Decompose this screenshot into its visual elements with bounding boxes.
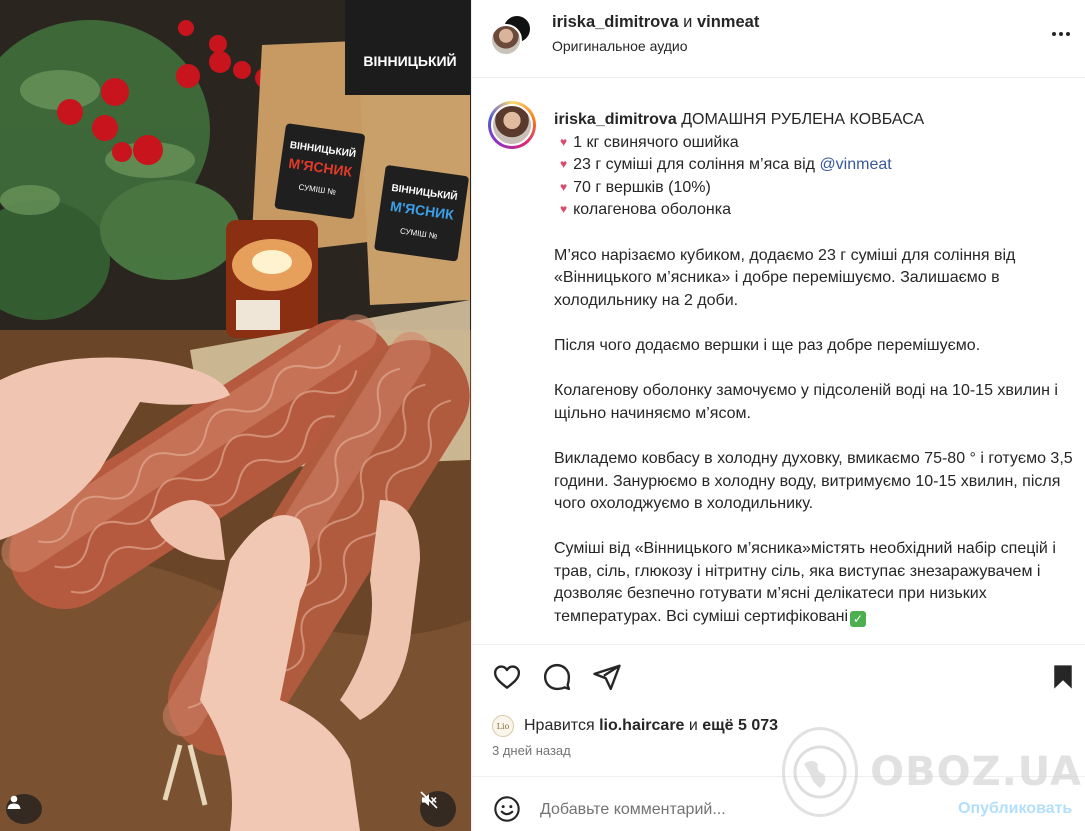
caption-avatar-image <box>491 104 533 146</box>
post-media[interactable]: ВІННИЦЬКИЙ М'ЯСНИК СУМІШ № ВІННИЦЬКИЙ М'… <box>0 0 471 831</box>
share-button[interactable] <box>590 660 624 694</box>
avatar-iriska[interactable] <box>490 24 522 56</box>
heart-icon <box>493 665 521 689</box>
ingredient-text: 1 кг свинячого ошийка <box>573 133 739 151</box>
liker-username[interactable]: lio.haircare <box>599 717 684 735</box>
heart-bullet-icon: ♥ <box>560 202 568 217</box>
caption-username[interactable]: iriska_dimitrova <box>554 111 677 128</box>
caption-paragraph-text: Суміші від «Вінницького м’ясника»містять… <box>554 540 1056 626</box>
more-dots-icon <box>1052 32 1056 36</box>
ingredient-item: ♥ 1 кг свинячого ошийка <box>554 132 1074 155</box>
caption-paragraph: Викладемо ковбасу в холодну духовку, вми… <box>554 449 1073 513</box>
globe-icon <box>793 745 847 799</box>
user-icon <box>7 795 21 809</box>
likes-prefix: Нравится <box>524 717 595 734</box>
divider <box>472 776 1085 777</box>
caption-avatar[interactable] <box>488 101 536 149</box>
liker-avatar[interactable]: Lio <box>492 715 514 737</box>
divider <box>472 644 1085 645</box>
caption-title: ДОМАШНЯ РУБЛЕНА КОВБАСА <box>681 111 925 128</box>
bookmark-icon <box>1054 665 1072 689</box>
post-header: iriska_dimitrova и vinmeat Оригинальное … <box>472 0 1085 78</box>
author-link-1[interactable]: iriska_dimitrova <box>552 13 679 31</box>
collab-avatars[interactable] <box>490 14 534 58</box>
caption: iriska_dimitrova ДОМАШНЯ РУБЛЕНА КОВБАСА… <box>554 109 1074 629</box>
save-button[interactable] <box>1046 660 1080 694</box>
audio-link[interactable]: Оригинальное аудио <box>552 38 688 54</box>
ingredient-text: 70 г вершків (10%) <box>573 178 711 196</box>
speaker-muted-icon <box>420 791 438 809</box>
likes-summary[interactable]: Lio Нравится lio.haircare и ещё 5 073 <box>492 713 778 739</box>
post-timestamp[interactable]: 3 дней назад <box>492 743 571 758</box>
more-dot <box>1059 32 1063 36</box>
bag3-label: ВІННИЦЬКИЙ <box>363 52 456 69</box>
post-details-panel: iriska_dimitrova и vinmeat Оригинальное … <box>471 0 1085 831</box>
ingredient-item: ♥ 23 г суміші для соління м’яса від @vinm… <box>554 154 1074 177</box>
check-mark-icon: ✓ <box>850 611 867 628</box>
caption-scroll-area[interactable]: iriska_dimitrova ДОМАШНЯ РУБЛЕНА КОВБАСА… <box>472 79 1085 644</box>
sausage-photo: ВІННИЦЬКИЙ М'ЯСНИК СУМІШ № ВІННИЦЬКИЙ М'… <box>0 0 471 831</box>
authors-and: и <box>683 13 693 31</box>
ingredient-item: ♥ колагенова оболонка <box>554 199 1074 222</box>
ingredient-text: 23 г суміші для соління м’яса від <box>573 156 820 174</box>
caption-paragraph: Колагенову оболонку замочуємо у підсолен… <box>554 382 1058 422</box>
heart-bullet-icon: ♥ <box>560 179 568 194</box>
more-options-button[interactable] <box>1046 22 1076 46</box>
ingredient-item: ♥ 70 г вершків (10%) <box>554 177 1074 200</box>
mute-button[interactable] <box>420 791 456 827</box>
comment-input[interactable] <box>540 798 940 822</box>
smiley-icon <box>494 796 520 822</box>
likes-count[interactable]: ещё 5 073 <box>702 717 778 735</box>
heart-bullet-icon: ♥ <box>560 157 568 172</box>
caption-paragraph: М’ясо нарізаємо кубиком, додаємо 23 г су… <box>554 246 1016 309</box>
author-link-2[interactable]: vinmeat <box>697 13 759 31</box>
caption-paragraph: Після чого додаємо вершки і ще раз добре… <box>554 336 981 354</box>
ingredient-text: колагенова оболонка <box>573 201 731 219</box>
post-authors: iriska_dimitrova и vinmeat <box>552 13 759 32</box>
emoji-button[interactable] <box>492 794 522 824</box>
heart-bullet-icon: ♥ <box>560 134 568 149</box>
mention-link[interactable]: @vinmeat <box>819 156 891 173</box>
like-button[interactable] <box>490 660 524 694</box>
post-comment-button[interactable]: Опубликовать <box>958 800 1072 818</box>
comment-icon <box>543 663 571 691</box>
more-dot <box>1066 32 1070 36</box>
share-icon <box>593 664 621 691</box>
watermark-text: OBOZ.UA <box>870 749 1082 795</box>
tagged-users-button[interactable] <box>6 794 42 824</box>
likes-and: и <box>688 717 698 734</box>
comment-button[interactable] <box>540 660 574 694</box>
caption-paragraph-last: Суміші від «Вінницького м’ясника»містять… <box>554 538 1074 628</box>
